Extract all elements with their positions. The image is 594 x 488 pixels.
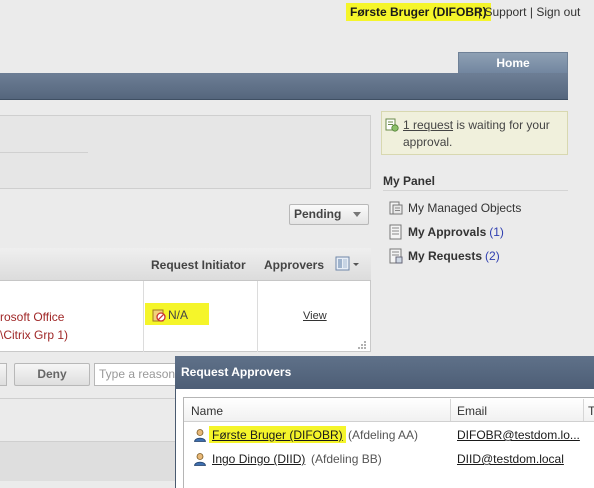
user-icon [194,453,206,466]
managed-objects-icon [389,201,403,215]
request-initiator-cell: N/A [145,303,209,325]
deny-button[interactable]: Deny [14,363,90,386]
column-divider[interactable] [450,399,451,421]
approver-department: (Afdeling AA) [348,428,419,442]
panel-item-label: My Managed Objects [408,201,522,215]
approvals-count[interactable]: (1) [489,225,504,239]
view-approvers-link[interactable]: View [303,310,327,322]
footer-band [0,441,176,481]
column-header-request-initiator[interactable]: Request Initiator [151,258,246,272]
unknown-user-icon [152,309,166,322]
request-description: \Citrix Grp 1) [0,328,69,342]
request-pending-icon [385,118,399,132]
requests-icon [389,248,403,264]
reason-input[interactable]: Type a reason [94,363,178,386]
support-link[interactable]: Support [484,5,526,19]
divider [0,398,176,399]
request-initiator-value: N/A [168,307,189,322]
request-link[interactable]: 1 request [403,118,453,132]
top-links: | Support | Sign out [478,5,580,19]
divider [0,152,88,153]
panel-item-label: My Requests [408,249,483,263]
chevron-down-icon [353,212,361,217]
request-description: rosoft Office [0,310,65,324]
approver-department: (Afdeling BB) [311,452,382,466]
panel-item-my-requests[interactable]: My Requests (2) [388,248,500,266]
nav-band [0,73,568,100]
resize-grip-icon[interactable] [355,338,367,350]
requests-count[interactable]: (2) [485,249,500,263]
column-header-email[interactable]: Email [457,404,487,418]
column-menu-icon[interactable] [334,255,362,273]
panel-item-label: My Approvals [408,225,487,239]
approver-email-link[interactable]: DIID@testdom.local [457,452,564,466]
current-user-link[interactable]: Første Bruger (DIFOBR) [346,3,491,21]
column-header-approvers[interactable]: Approvers [264,258,324,272]
column-divider [257,281,258,352]
panel-item-my-approvals[interactable]: My Approvals (1) [388,224,504,242]
approvers-list-header [184,398,594,422]
separator: | [529,5,533,19]
approver-name-link[interactable]: Første Bruger (DIFOBR) [212,428,343,442]
column-divider[interactable] [583,399,584,421]
dialog-title: Request Approvers [181,365,292,379]
column-divider [143,281,144,352]
panel-item-managed-objects[interactable]: My Managed Objects [388,200,521,218]
separator: | [478,5,482,19]
approver-row[interactable]: Første Bruger (DIFOBR) (Afdeling AA) DIF… [184,424,594,447]
approvals-icon [389,224,402,240]
column-header-name[interactable]: Name [191,404,223,418]
approver-email-link[interactable]: DIFOBR@testdom.lo... [457,428,580,442]
tab-home[interactable]: Home [458,52,568,73]
my-panel-title: My Panel [383,174,436,188]
approve-button[interactable] [0,363,7,386]
approver-row[interactable]: Ingo Dingo (DIID) (Afdeling BB) DIID@tes… [184,449,594,472]
divider [383,190,568,191]
column-header-title[interactable]: T [588,404,594,418]
approval-notification: 1 request is waiting for your approval. [381,111,568,155]
signout-link[interactable]: Sign out [536,5,580,19]
user-icon [194,429,206,442]
approver-name-link[interactable]: Ingo Dingo (DIID) [212,452,305,466]
